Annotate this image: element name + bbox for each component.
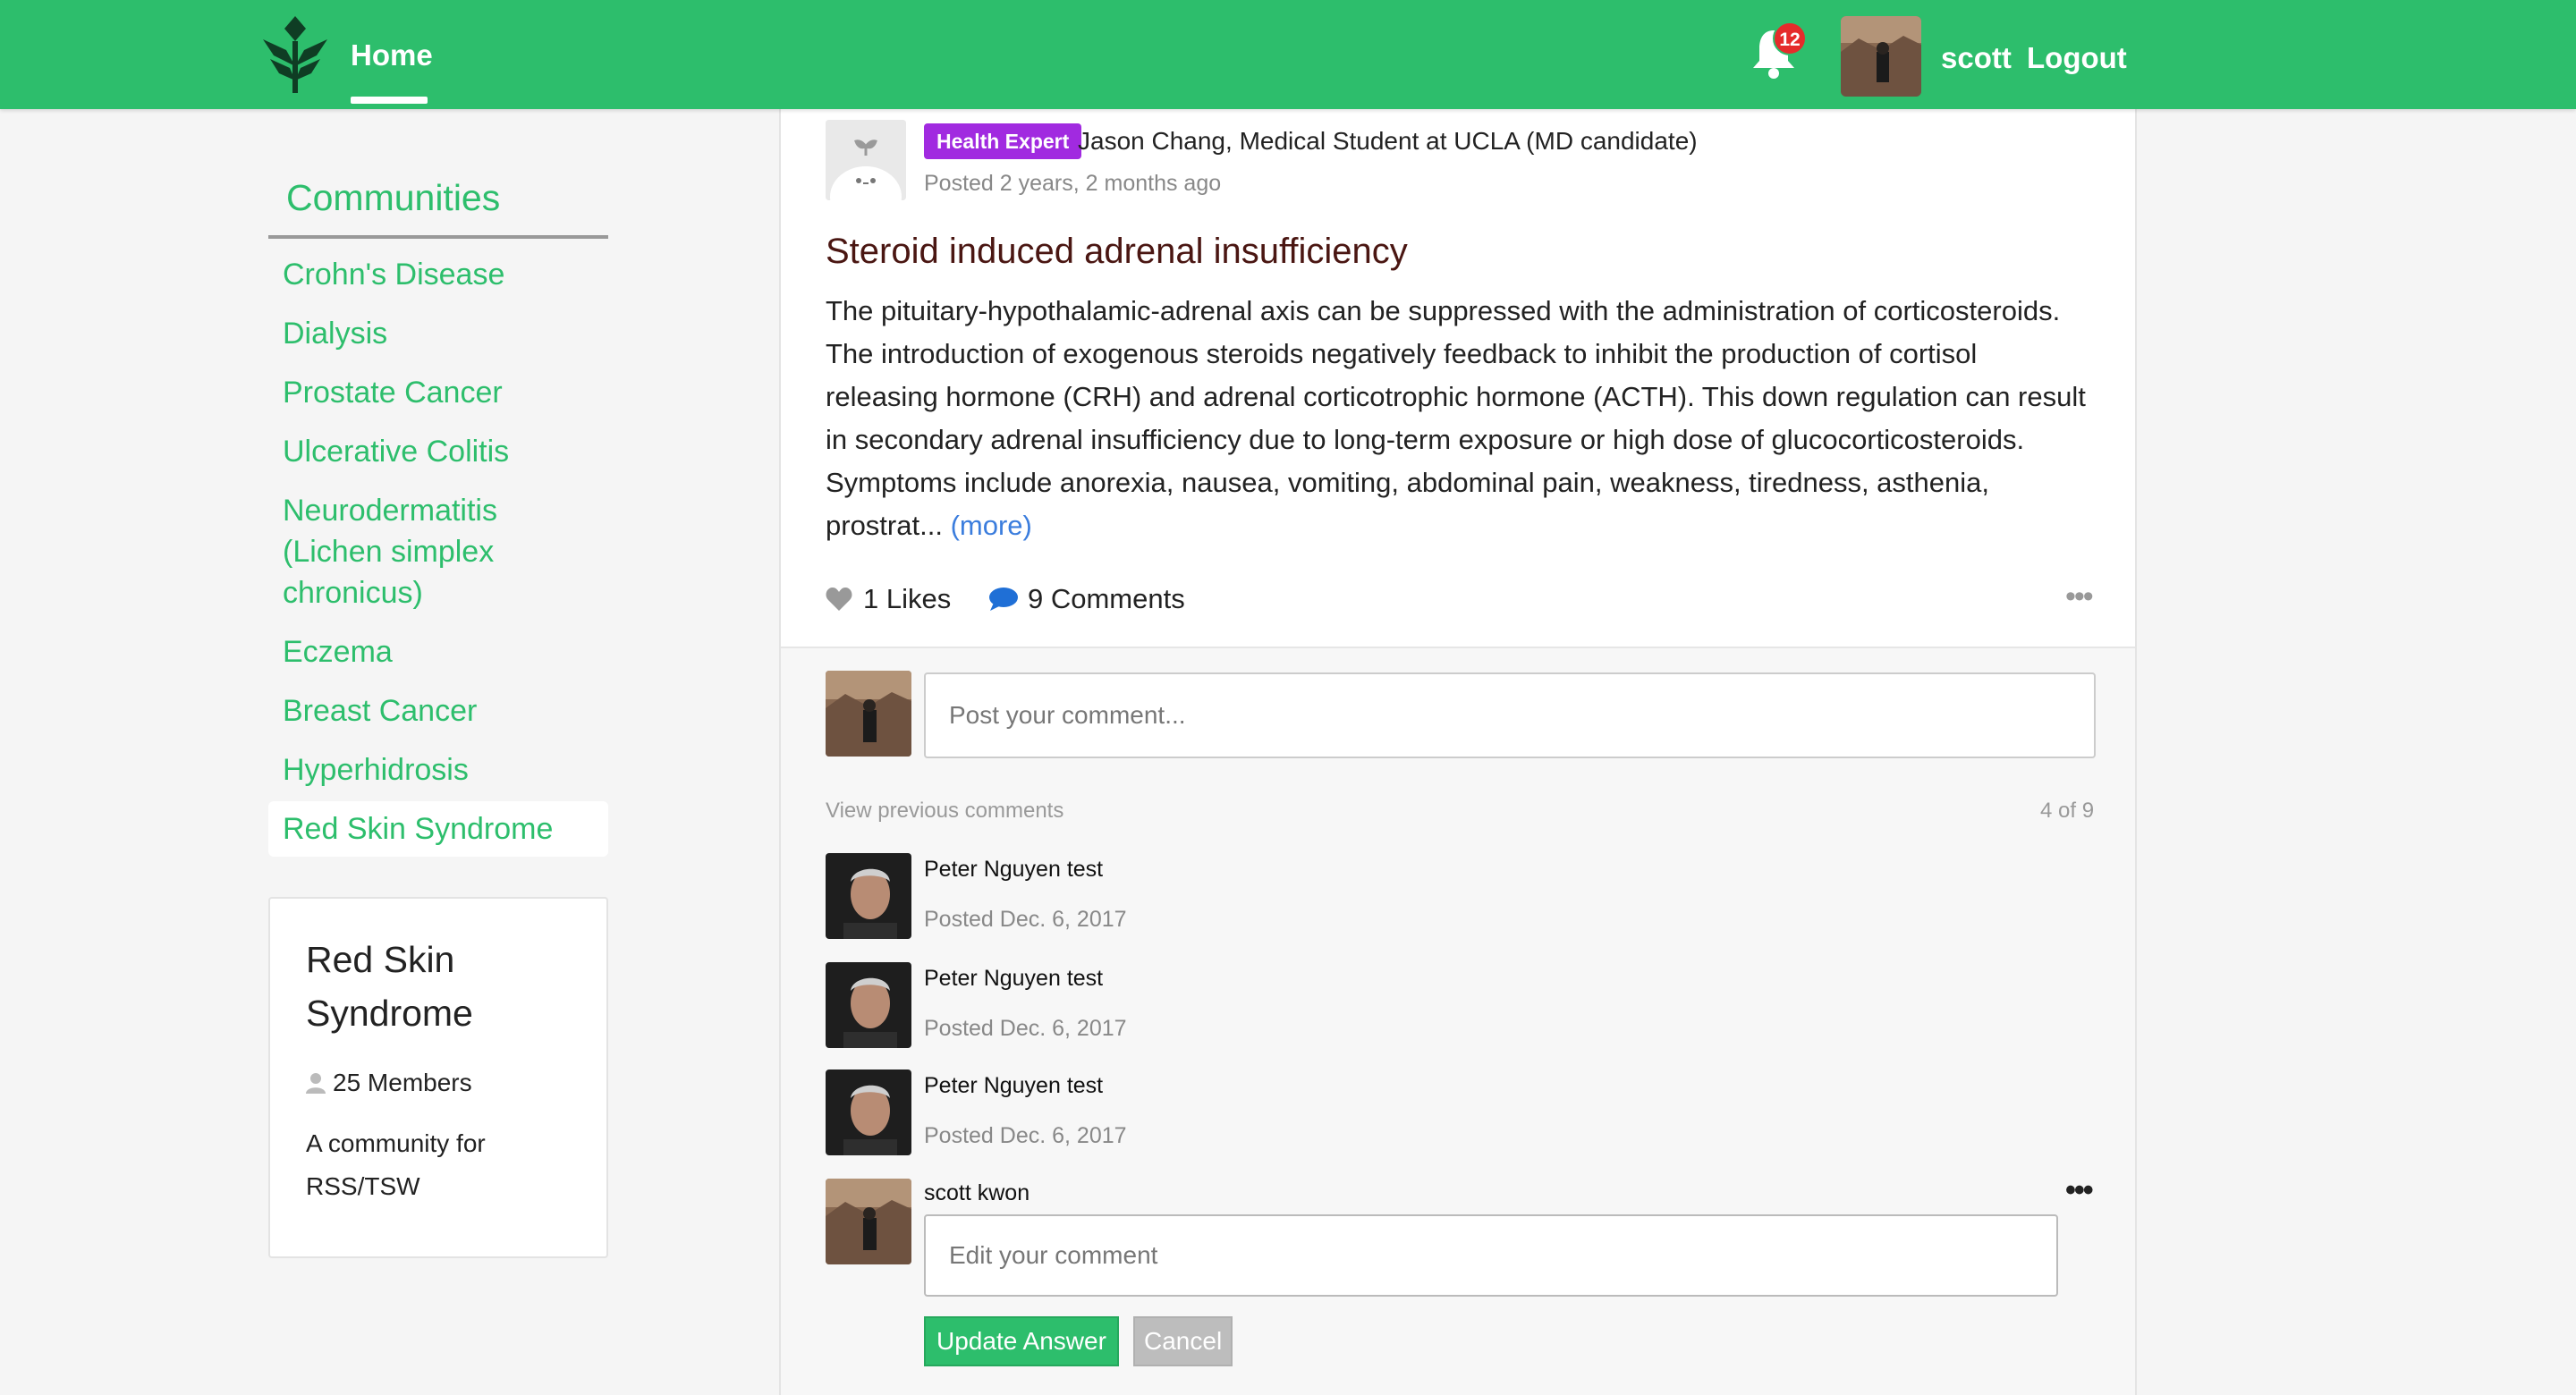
sidebar-item-breast-cancer[interactable]: Breast Cancer xyxy=(268,690,608,731)
communities-heading: Communities xyxy=(286,177,501,218)
nav-home-link[interactable]: Home xyxy=(351,36,433,75)
comment-item: Peter Nguyen test Posted Dec. 6, 2017 xyxy=(826,1070,2096,1155)
sidebar-item-eczema[interactable]: Eczema xyxy=(268,631,608,672)
like-button[interactable]: 1 Likes xyxy=(826,583,951,615)
logout-link[interactable]: Logout xyxy=(2027,41,2127,75)
health-expert-badge: Health Expert xyxy=(924,123,1082,159)
community-members: 25 Members xyxy=(306,1065,472,1101)
sidebar-item-crohns[interactable]: Crohn's Disease xyxy=(268,254,608,295)
community-list: Crohn's Disease Dialysis Prostate Cancer… xyxy=(268,254,608,875)
community-description: A community for RSS/TSW xyxy=(306,1129,486,1200)
user-avatar[interactable] xyxy=(1841,16,1921,97)
post-body: The pituitary-hypothalamic-adrenal axis … xyxy=(826,290,2096,547)
comments-button[interactable]: 9 Comments xyxy=(988,583,1185,615)
post-comment-input[interactable] xyxy=(924,672,2096,758)
commenter-avatar[interactable] xyxy=(826,1070,911,1155)
sidebar-item-dialysis[interactable]: Dialysis xyxy=(268,313,608,354)
nav-active-indicator xyxy=(351,97,428,104)
commenter-avatar[interactable] xyxy=(826,962,911,1048)
logo-icon[interactable] xyxy=(259,14,331,95)
speech-bubble-icon xyxy=(989,588,1018,611)
community-info-card: Red Skin Syndrome 25 Members A community… xyxy=(268,897,608,1258)
author-avatar[interactable] xyxy=(826,120,906,200)
post-title[interactable]: Steroid induced adrenal insufficiency xyxy=(826,227,1408,275)
comment-item: Peter Nguyen test Posted Dec. 6, 2017 xyxy=(826,962,2096,1048)
comment-author[interactable]: Peter Nguyen test xyxy=(924,962,1103,994)
sidebar-item-ulcerative-colitis[interactable]: Ulcerative Colitis xyxy=(268,431,608,472)
read-more-link[interactable]: (more) xyxy=(951,510,1032,541)
edit-comment-input[interactable] xyxy=(924,1214,2058,1297)
sidebar-item-hyperhidrosis[interactable]: Hyperhidrosis xyxy=(268,749,608,790)
notification-badge[interactable]: 12 xyxy=(1773,21,1807,55)
sidebar-item-red-skin-syndrome[interactable]: Red Skin Syndrome xyxy=(268,801,608,857)
community-card-title: Red Skin Syndrome xyxy=(306,939,473,1034)
comment-date: Posted Dec. 6, 2017 xyxy=(924,1016,1127,1041)
post-column: Health Expert Jason Chang, Medical Stude… xyxy=(779,109,2137,1395)
comments-page-count: 4 of 9 xyxy=(2040,799,2095,823)
post-timestamp: Posted 2 years, 2 months ago xyxy=(924,171,1222,196)
post-options-icon[interactable]: ••• xyxy=(2065,581,2094,612)
comments-count: 9 Comments xyxy=(1028,583,1185,614)
view-previous-comments-link[interactable]: View previous comments xyxy=(826,798,1063,824)
communities-divider xyxy=(268,235,608,239)
comment-options-icon[interactable]: ••• xyxy=(2065,1175,2094,1205)
likes-count: 1 Likes xyxy=(863,583,952,614)
sidebar-item-neurodermatitis[interactable]: Neurodermatitis (Lichen simplex chronicu… xyxy=(268,490,608,613)
comment-author[interactable]: Peter Nguyen test xyxy=(924,853,1103,885)
post-card: Health Expert Jason Chang, Medical Stude… xyxy=(781,109,2135,648)
username-link[interactable]: scott xyxy=(1941,41,2012,75)
post-body-text: The pituitary-hypothalamic-adrenal axis … xyxy=(826,295,2086,541)
comment-date: Posted Dec. 6, 2017 xyxy=(924,907,1127,932)
editing-user-avatar[interactable] xyxy=(826,1179,911,1264)
current-user-avatar xyxy=(826,671,911,757)
update-answer-button[interactable]: Update Answer xyxy=(924,1316,1119,1366)
members-count: 25 Members xyxy=(333,1069,472,1096)
comment-item: Peter Nguyen test Posted Dec. 6, 2017 xyxy=(826,853,2096,939)
commenter-avatar[interactable] xyxy=(826,853,911,939)
post-author[interactable]: Jason Chang, Medical Student at UCLA (MD… xyxy=(1078,125,1698,157)
comment-author[interactable]: Peter Nguyen test xyxy=(924,1070,1103,1102)
heart-icon xyxy=(826,588,852,611)
person-icon xyxy=(306,1073,326,1094)
editing-comment-author[interactable]: scott kwon xyxy=(924,1177,1030,1209)
comment-date: Posted Dec. 6, 2017 xyxy=(924,1123,1127,1148)
default-avatar-icon xyxy=(826,120,906,200)
cancel-button[interactable]: Cancel xyxy=(1133,1316,1233,1366)
top-nav-bar: Home 12 scott Logout xyxy=(0,0,2576,109)
sidebar-item-prostate-cancer[interactable]: Prostate Cancer xyxy=(268,372,608,413)
